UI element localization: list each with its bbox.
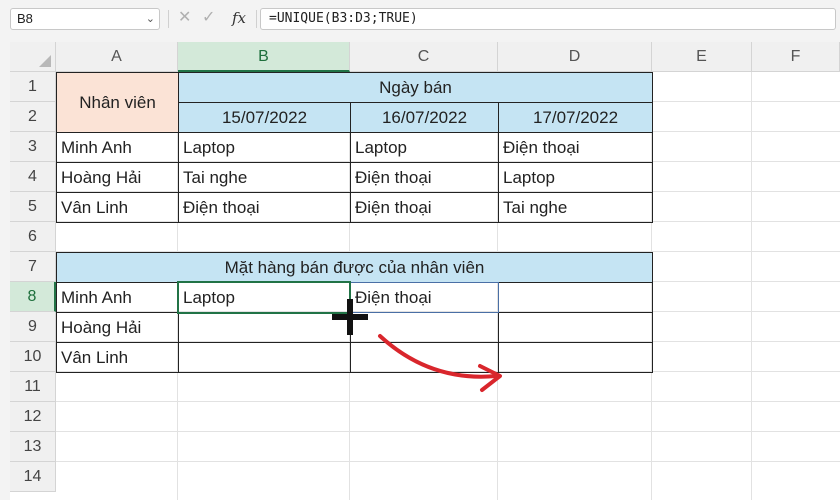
cell-b3[interactable]: Laptop [178,132,351,163]
cell-a1-employee-header[interactable]: Nhân viên [56,72,179,133]
red-arrow-icon [378,334,502,392]
cell-c5[interactable]: Điện thoại [350,192,499,223]
cell-d9[interactable] [498,312,653,343]
cell-b1-sale-date-header[interactable]: Ngày bán [178,72,653,103]
checkmark-icon[interactable]: ✓ [202,7,215,29]
row-header-5[interactable]: 5 [10,192,56,222]
cell-c3[interactable]: Laptop [350,132,499,163]
row-header-2[interactable]: 2 [10,102,56,132]
column-header-e[interactable]: E [652,42,752,72]
row-header-14[interactable]: 14 [10,462,56,492]
column-header-a[interactable]: A [56,42,178,72]
gridline [56,431,840,432]
cell-b10[interactable] [178,342,351,373]
select-all-icon [39,55,51,67]
column-header-c[interactable]: C [350,42,498,72]
gridline [56,461,840,462]
cell-d2-date[interactable]: 17/07/2022 [498,102,653,133]
gridline [751,72,752,500]
chevron-down-icon[interactable]: ⌄ [146,9,155,29]
cell-d10[interactable] [498,342,653,373]
crosshair-cursor-icon [332,299,368,335]
column-header-b[interactable]: B [178,42,350,72]
row-header-6[interactable]: 6 [10,222,56,252]
column-header-d[interactable]: D [498,42,652,72]
cell-a10-name[interactable]: Vân Linh [56,342,179,373]
cell-b4[interactable]: Tai nghe [178,162,351,193]
select-all-button[interactable] [10,42,56,72]
row-header-8[interactable]: 8 [10,282,56,312]
row-header-3[interactable]: 3 [10,132,56,162]
row-header-1[interactable]: 1 [10,72,56,102]
cell-b5[interactable]: Điện thoại [178,192,351,223]
cell-a4-name[interactable]: Hoàng Hải [56,162,179,193]
formula-input[interactable]: =UNIQUE(B3:D3;TRUE) [260,8,836,30]
row-header-4[interactable]: 4 [10,162,56,192]
cell-a7-result-title[interactable]: Mặt hàng bán được của nhân viên [56,252,653,283]
cell-d8[interactable] [498,282,653,313]
excel-window: B8 ⌄ ✕ ✓ fx =UNIQUE(B3:D3;TRUE) A B C D … [0,0,840,500]
close-icon[interactable]: ✕ [178,7,191,29]
name-box[interactable]: B8 ⌄ [10,8,160,30]
row-header-13[interactable]: 13 [10,432,56,462]
row-header-9[interactable]: 9 [10,312,56,342]
cell-b2-date[interactable]: 15/07/2022 [178,102,351,133]
cell-a8-name[interactable]: Minh Anh [56,282,179,313]
worksheet-grid[interactable]: A B C D E F 1 2 3 4 5 6 7 8 9 10 11 12 1… [10,42,840,500]
name-box-value: B8 [17,11,33,26]
cell-d5[interactable]: Tai nghe [498,192,653,223]
formula-bar: B8 ⌄ ✕ ✓ fx =UNIQUE(B3:D3;TRUE) [8,6,836,32]
cell-d3[interactable]: Điện thoại [498,132,653,163]
insert-function-icon[interactable]: fx [232,6,246,30]
cell-c4[interactable]: Điện thoại [350,162,499,193]
cell-a9-name[interactable]: Hoàng Hải [56,312,179,343]
cell-b8[interactable]: Laptop [178,282,351,313]
formula-bar-divider [168,10,169,28]
formula-bar-divider [256,10,257,28]
column-header-f[interactable]: F [752,42,840,72]
row-header-10[interactable]: 10 [10,342,56,372]
cell-c8[interactable]: Điện thoại [350,282,499,313]
row-header-11[interactable]: 11 [10,372,56,402]
row-header-12[interactable]: 12 [10,402,56,432]
cell-b9[interactable] [178,312,351,343]
cell-d4[interactable]: Laptop [498,162,653,193]
cell-a5-name[interactable]: Vân Linh [56,192,179,223]
cell-c2-date[interactable]: 16/07/2022 [350,102,499,133]
cell-a3-name[interactable]: Minh Anh [56,132,179,163]
row-header-7[interactable]: 7 [10,252,56,282]
